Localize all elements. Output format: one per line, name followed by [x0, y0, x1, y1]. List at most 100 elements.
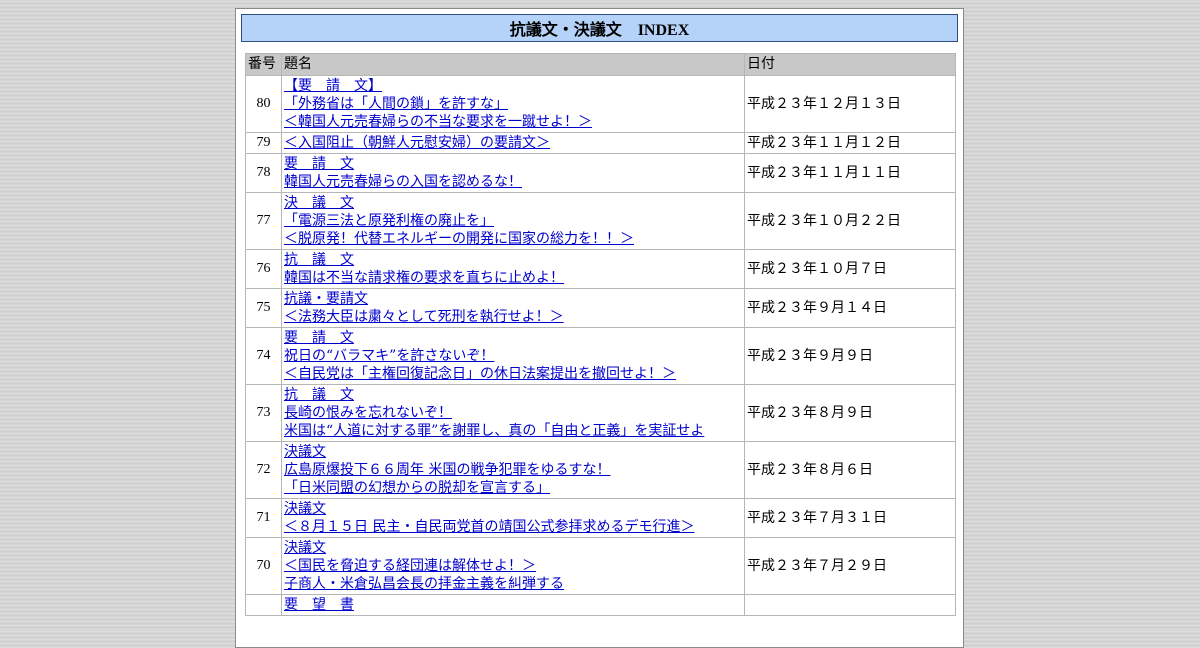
table-row: 77 決 議 文「電源三法と原発利権の廃止を」 ＜脱原発！代替エネルギーの開発に国家… [245, 192, 956, 250]
row-date: 平成２３年９月９日 [744, 327, 956, 385]
table-row: 71 決議文 ＜８月１５日 民主・自民両党首の靖国公式参拝求めるデモ行進＞ 平成２３年… [245, 498, 956, 538]
row-title-link[interactable]: 決議文 [284, 501, 326, 517]
row-title-link[interactable]: ＜脱原発！代替エネルギーの開発に国家の総力を！！＞ [284, 231, 634, 247]
row-title-line: 抗 議 文 [284, 386, 742, 404]
row-title-line: ＜８月１５日 民主・自民両党首の靖国公式参拝求めるデモ行進＞ [284, 518, 742, 536]
row-date: 平成２３年１２月１３日 [744, 75, 956, 133]
row-title-link[interactable]: 決議文 [284, 540, 326, 556]
row-title-line: 「日米同盟の幻想からの脱却を宣言する」 [284, 479, 742, 497]
row-title-link[interactable]: 韓国人元売春婦らの入国を認めるな！ [284, 174, 522, 190]
row-title-link[interactable]: 「電源三法と原発利権の廃止を」 [284, 213, 494, 229]
table-row: 70 決議文 ＜国民を脅迫する経団連は解体せよ！＞ 子商人・米倉弘昌会長の拝金主義を糾… [245, 537, 956, 595]
row-title-link[interactable]: 韓国は不当な請求権の要求を直ちに止めよ！ [284, 270, 564, 286]
row-title-line: 【要 請 文】 [284, 77, 742, 95]
row-date: 平成２３年１１月１２日 [744, 132, 956, 154]
row-title-cell: 要 望 書 [281, 594, 745, 616]
table-row: 72 決議文広島原爆投下６６周年 米国の戦争犯罪をゆるすな！ 「日米同盟の幻想からの… [245, 441, 956, 499]
row-title-link[interactable]: 米国は“人道に対する罪”を謝罪し、真の「自由と正義」を実証せよ [284, 423, 704, 439]
row-title-link[interactable]: ＜法務大臣は粛々として死刑を執行せよ！＞ [284, 309, 564, 325]
row-title-line: 抗 議 文 [284, 251, 742, 269]
row-date [744, 594, 956, 616]
row-date: 平成２３年８月９日 [744, 384, 956, 442]
row-title-line: ＜入国阻止（朝鮮人元慰安婦）の要請文＞ [284, 134, 742, 152]
row-title-link[interactable]: 抗 議 文 [284, 387, 354, 403]
row-number: 74 [245, 327, 282, 385]
index-table: 番号 題名 日付 80 【要 請 文】「外務省は「人間の鎖」を許すな」 ＜韓国人元売… [245, 53, 956, 616]
row-title-line: 広島原爆投下６６周年 米国の戦争犯罪をゆるすな！ [284, 461, 742, 479]
row-title-link[interactable]: 「日米同盟の幻想からの脱却を宣言する」 [284, 480, 550, 496]
row-title-line: 要 望 書 [284, 596, 742, 614]
row-title-line: ＜自民党は「主権回復記念日」の休日法案提出を撤回せよ！＞ [284, 365, 742, 383]
row-date: 平成２３年９月１４日 [744, 288, 956, 328]
row-title-cell: 抗 議 文長崎の恨みを忘れないぞ！ 米国は“人道に対する罪”を謝罪し、真の「自由と… [281, 384, 745, 442]
row-title-line: ＜脱原発！代替エネルギーの開発に国家の総力を！！＞ [284, 230, 742, 248]
row-title-link[interactable]: 決議文 [284, 444, 326, 460]
table-row: 76 抗 議 文韓国は不当な請求権の要求を直ちに止めよ！ 平成２３年１０月７日 [245, 249, 956, 289]
row-title-link[interactable]: 子商人・米倉弘昌会長の拝金主義を糾弾する [284, 576, 564, 592]
row-title-line: 祝日の“バラマキ”を許さないぞ！ [284, 347, 742, 365]
row-number: 72 [245, 441, 282, 499]
row-title-line: 決議文 [284, 500, 742, 518]
row-title-cell: 抗議・要請文 ＜法務大臣は粛々として死刑を執行せよ！＞ [281, 288, 745, 328]
index-panel: 抗議文・決議文 INDEX 番号 題名 日付 80 【要 請 文】「外務省は「人間… [235, 8, 964, 648]
row-title-link[interactable]: ＜韓国人元売春婦らの不当な要求を一蹴せよ！＞ [284, 114, 592, 130]
row-title-link[interactable]: 広島原爆投下６６周年 米国の戦争犯罪をゆるすな！ [284, 462, 610, 478]
row-number [245, 594, 282, 616]
row-title-line: 長崎の恨みを忘れないぞ！ [284, 404, 742, 422]
row-title-cell: 決議文 ＜８月１５日 民主・自民両党首の靖国公式参拝求めるデモ行進＞ [281, 498, 745, 538]
row-title-link[interactable]: 決 議 文 [284, 195, 354, 211]
row-title-line: 抗議・要請文 [284, 290, 742, 308]
row-title-link[interactable]: 祝日の“バラマキ”を許さないぞ！ [284, 348, 494, 364]
row-number: 75 [245, 288, 282, 328]
row-title-link[interactable]: 要 請 文 [284, 330, 354, 346]
row-title-cell: 【要 請 文】「外務省は「人間の鎖」を許すな」 ＜韓国人元売春婦らの不当な要求を一… [281, 75, 745, 133]
row-title-line: 韓国人元売春婦らの入国を認めるな！ [284, 173, 742, 191]
row-date: 平成２３年７月３１日 [744, 498, 956, 538]
table-row: 79 ＜入国阻止（朝鮮人元慰安婦）の要請文＞ 平成２３年１１月１２日 [245, 132, 956, 154]
row-title-link[interactable]: 要 請 文 [284, 156, 354, 172]
header-date: 日付 [744, 53, 956, 76]
row-date: 平成２３年８月６日 [744, 441, 956, 499]
table-row: 73 抗 議 文長崎の恨みを忘れないぞ！ 米国は“人道に対する罪”を謝罪し、真の「自… [245, 384, 956, 442]
row-title-line: ＜韓国人元売春婦らの不当な要求を一蹴せよ！＞ [284, 113, 742, 131]
table-row: 78 要 請 文韓国人元売春婦らの入国を認めるな！ 平成２３年１１月１１日 [245, 153, 956, 193]
row-title-cell: 決 議 文「電源三法と原発利権の廃止を」 ＜脱原発！代替エネルギーの開発に国家の総… [281, 192, 745, 250]
row-date: 平成２３年７月２９日 [744, 537, 956, 595]
row-title-link[interactable]: ＜国民を脅迫する経団連は解体せよ！＞ [284, 558, 536, 574]
row-title-line: ＜法務大臣は粛々として死刑を執行せよ！＞ [284, 308, 742, 326]
row-title-link[interactable]: 「外務省は「人間の鎖」を許すな」 [284, 96, 508, 112]
row-title-line: 米国は“人道に対する罪”を謝罪し、真の「自由と正義」を実証せよ [284, 422, 742, 440]
row-title-link[interactable]: ＜８月１５日 民主・自民両党首の靖国公式参拝求めるデモ行進＞ [284, 519, 694, 535]
row-date: 平成２３年１１月１１日 [744, 153, 956, 193]
row-title-line: 韓国は不当な請求権の要求を直ちに止めよ！ [284, 269, 742, 287]
row-date: 平成２３年１０月２２日 [744, 192, 956, 250]
row-title-line: 「外務省は「人間の鎖」を許すな」 [284, 95, 742, 113]
row-title-link[interactable]: ＜自民党は「主権回復記念日」の休日法案提出を撤回せよ！＞ [284, 366, 676, 382]
row-number: 78 [245, 153, 282, 193]
row-title-link[interactable]: 抗議・要請文 [284, 291, 368, 307]
table-row: 要 望 書 [245, 594, 956, 616]
row-number: 70 [245, 537, 282, 595]
row-number: 76 [245, 249, 282, 289]
header-title: 題名 [281, 53, 745, 76]
row-title-line: 決 議 文 [284, 194, 742, 212]
row-title-cell: 決議文 ＜国民を脅迫する経団連は解体せよ！＞ 子商人・米倉弘昌会長の拝金主義を糾弾す… [281, 537, 745, 595]
row-title-line: 要 請 文 [284, 329, 742, 347]
row-title-cell: ＜入国阻止（朝鮮人元慰安婦）の要請文＞ [281, 132, 745, 154]
row-title-link[interactable]: ＜入国阻止（朝鮮人元慰安婦）の要請文＞ [284, 135, 550, 151]
page-title: 抗議文・決議文 INDEX [241, 14, 958, 42]
row-number: 73 [245, 384, 282, 442]
row-title-link[interactable]: 長崎の恨みを忘れないぞ！ [284, 405, 452, 421]
row-title-link[interactable]: 抗 議 文 [284, 252, 354, 268]
row-title-cell: 抗 議 文韓国は不当な請求権の要求を直ちに止めよ！ [281, 249, 745, 289]
header-number: 番号 [245, 53, 282, 76]
row-title-line: 決議文 [284, 443, 742, 461]
row-title-line: 決議文 [284, 539, 742, 557]
table-row: 80 【要 請 文】「外務省は「人間の鎖」を許すな」 ＜韓国人元売春婦らの不当な要求… [245, 75, 956, 133]
table-row: 74 要 請 文祝日の“バラマキ”を許さないぞ！ ＜自民党は「主権回復記念日」の休日… [245, 327, 956, 385]
row-title-link[interactable]: 要 望 書 [284, 597, 354, 613]
row-title-line: 「電源三法と原発利権の廃止を」 [284, 212, 742, 230]
row-number: 77 [245, 192, 282, 250]
row-title-link[interactable]: 【要 請 文】 [284, 78, 382, 94]
row-number: 80 [245, 75, 282, 133]
